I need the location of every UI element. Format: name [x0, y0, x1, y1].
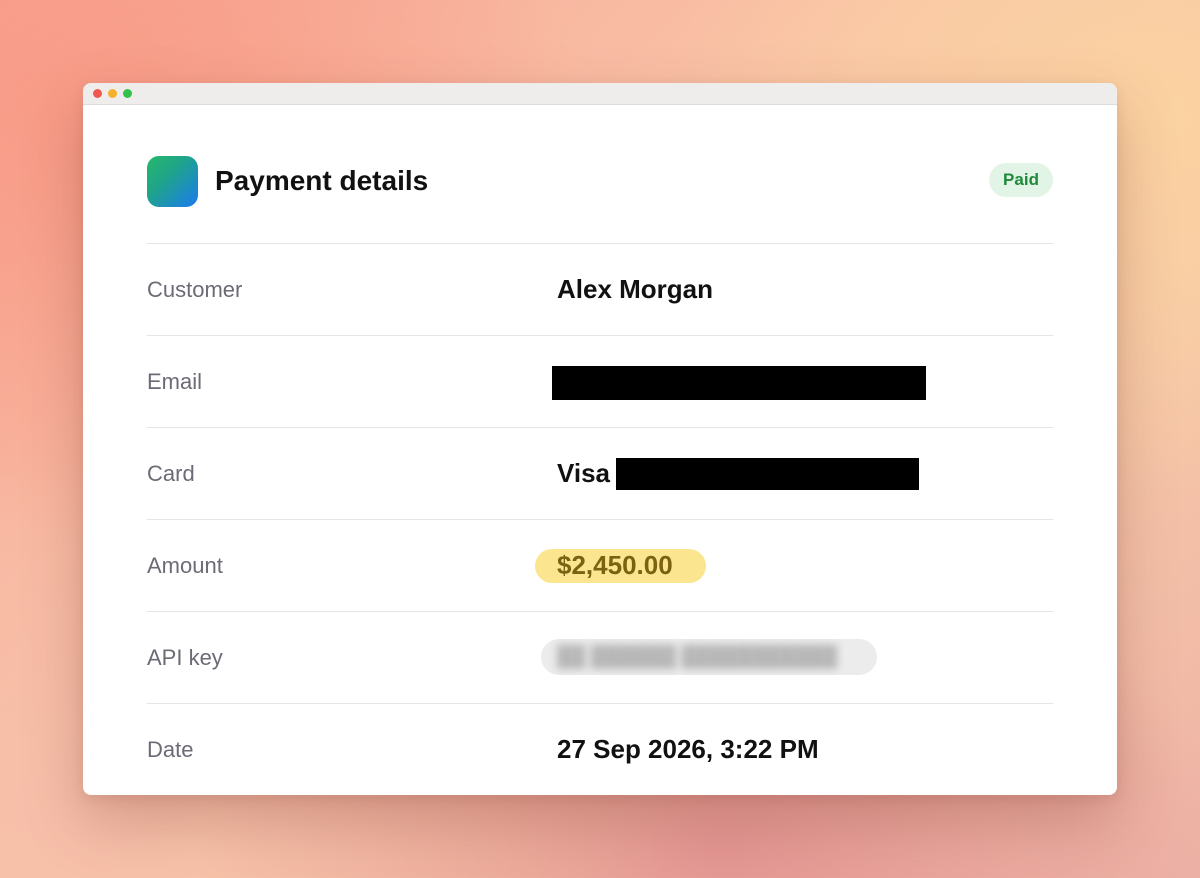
- date-value: 27 Sep 2026, 3:22 PM: [557, 734, 819, 764]
- panel-header: Payment details Paid: [147, 105, 1053, 244]
- card-label: Card: [147, 461, 195, 486]
- payment-details-panel: Payment details Paid Customer Alex Morga…: [147, 105, 1053, 795]
- amount-label: Amount: [147, 553, 223, 578]
- detail-row-amount: Amount $2,450.00: [147, 520, 1053, 612]
- api-key-label: API key: [147, 645, 223, 670]
- detail-row-email: Email: [147, 336, 1053, 428]
- customer-label: Customer: [147, 277, 243, 302]
- detail-row-customer: Customer Alex Morgan: [147, 244, 1053, 336]
- email-redaction-bar: [552, 366, 926, 400]
- card-number-redaction-bar: [616, 458, 919, 490]
- amount-value: $2,450.00: [557, 550, 673, 580]
- window-titlebar: [83, 83, 1117, 105]
- email-label: Email: [147, 369, 203, 394]
- customer-value: Alex Morgan: [557, 274, 714, 304]
- card-brand: Visa: [557, 458, 611, 488]
- detail-row-date: Date 27 Sep 2026, 3:22 PM: [147, 704, 1053, 795]
- app-icon: [147, 156, 198, 207]
- minimize-window-button[interactable]: [108, 89, 117, 98]
- detail-row-card: Card Visa: [147, 428, 1053, 520]
- page-title: Payment details: [215, 165, 429, 196]
- date-label: Date: [147, 737, 194, 762]
- api-key-blurred-value: ██ ██████ ███████████: [557, 646, 838, 668]
- detail-row-api-key: API key ██ ██████ ███████████: [147, 612, 1053, 704]
- close-window-button[interactable]: [93, 89, 102, 98]
- status-badge: Paid: [989, 163, 1053, 197]
- zoom-window-button[interactable]: [123, 89, 132, 98]
- payment-window: Payment details Paid Customer Alex Morga…: [83, 83, 1117, 795]
- api-key-blurred-field: ██ ██████ ███████████: [541, 639, 877, 675]
